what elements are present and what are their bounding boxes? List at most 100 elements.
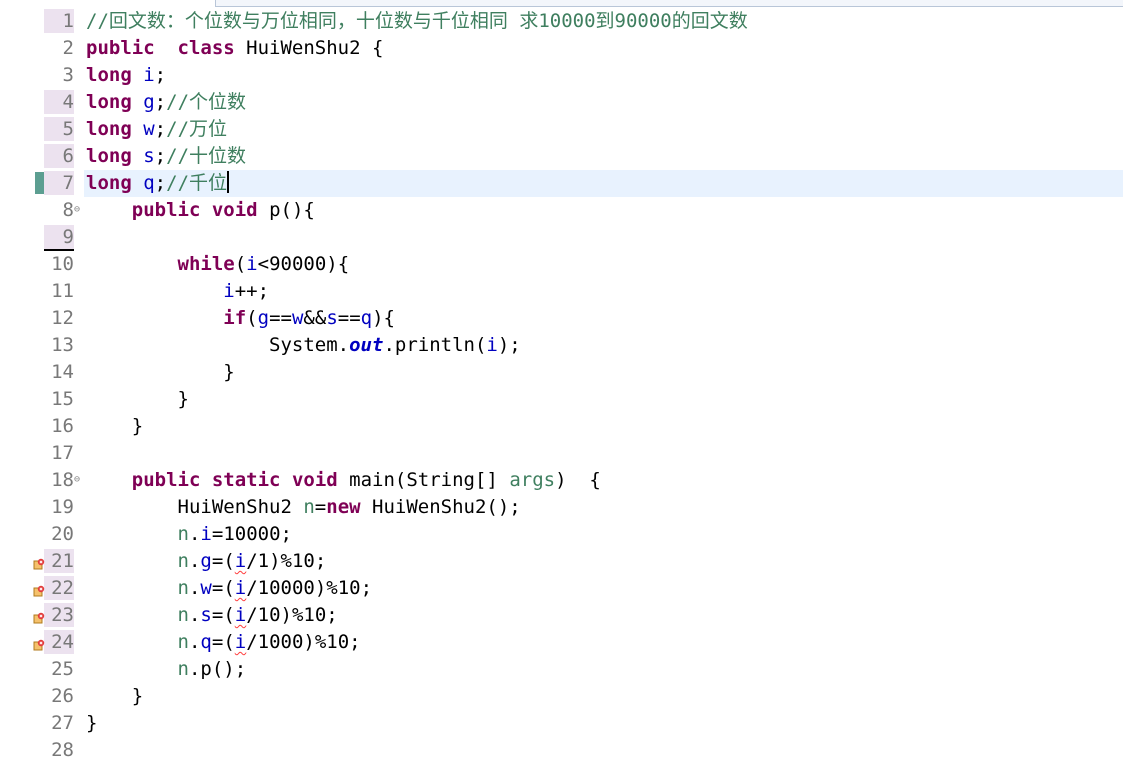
code-token: ); xyxy=(497,334,521,356)
code-token: void xyxy=(291,469,338,491)
text-cursor xyxy=(227,171,230,193)
code-token: && xyxy=(303,307,327,329)
code-line[interactable]: public static void main(String[] args) { xyxy=(86,467,601,494)
code-token: i xyxy=(234,631,247,653)
line-number: 2 xyxy=(62,37,74,59)
code-token: ++; xyxy=(234,280,270,302)
code-token: p(){ xyxy=(257,199,315,221)
error-marker-icon[interactable] xyxy=(33,582,45,597)
error-marker-icon[interactable] xyxy=(33,555,45,570)
line-number: 25 xyxy=(51,658,74,680)
code-token: long xyxy=(86,172,132,194)
code-line[interactable]: //回文数：个位数与万位相同，十位数与千位相同 求10000到90000的回文数 xyxy=(86,8,748,35)
code-line[interactable]: } xyxy=(86,683,143,710)
code-line[interactable]: n.p(); xyxy=(86,656,247,683)
code-line[interactable]: System.out.println(i); xyxy=(86,332,521,359)
line-number: 11 xyxy=(51,280,74,302)
code-token: ; xyxy=(154,172,167,194)
current-line-highlight xyxy=(84,170,1123,197)
error-marker-icon[interactable] xyxy=(33,609,45,624)
code-token: n xyxy=(177,523,189,545)
code-token: ; xyxy=(154,64,167,86)
code-token: if xyxy=(223,307,247,329)
code-token: g xyxy=(257,307,270,329)
code-token: new xyxy=(326,496,361,518)
code-token: void xyxy=(211,199,258,221)
code-token: g xyxy=(143,91,155,113)
code-token: i xyxy=(200,523,212,545)
code-token: long xyxy=(86,64,132,86)
fold-toggle-icon[interactable]: ⊖ xyxy=(74,474,80,486)
code-token: n xyxy=(177,631,189,653)
code-token: . xyxy=(188,523,201,545)
code-token: out xyxy=(349,334,384,356)
code-token: w xyxy=(291,307,304,329)
code-line[interactable]: while(i<90000){ xyxy=(86,251,350,278)
code-line[interactable]: n.i=10000; xyxy=(86,521,292,548)
code-token: n xyxy=(177,550,189,572)
code-token: i xyxy=(143,64,155,86)
code-line[interactable]: long w;//万位 xyxy=(86,116,227,143)
line-number: 12 xyxy=(51,307,74,329)
code-token: . xyxy=(188,631,201,653)
code-token: ; xyxy=(154,118,167,140)
line-number: 24 xyxy=(44,630,74,654)
code-token: =( xyxy=(211,550,235,572)
code-line[interactable]: n.q=(i/1000)%10; xyxy=(86,629,361,656)
code-line[interactable]: long i; xyxy=(86,62,166,89)
code-token: class xyxy=(177,37,235,59)
code-token: n xyxy=(177,604,189,626)
error-marker-icon[interactable] xyxy=(33,636,45,651)
code-token: . xyxy=(188,577,201,599)
code-token: = xyxy=(314,496,327,518)
code-token: i xyxy=(234,577,247,599)
code-token: i xyxy=(223,280,235,302)
code-token: /1)%10; xyxy=(246,550,327,572)
code-line[interactable]: n.s=(i/10)%10; xyxy=(86,602,338,629)
editor-tab[interactable] xyxy=(215,0,1123,7)
fold-toggle-icon[interactable]: ⊖ xyxy=(74,204,80,216)
code-line[interactable]: } xyxy=(86,413,143,440)
code-token: //十位数 xyxy=(166,145,247,167)
code-line[interactable]: long q;//千位 xyxy=(86,170,230,197)
code-line[interactable]: n.g=(i/1)%10; xyxy=(86,548,327,575)
code-token: q xyxy=(143,172,155,194)
code-token: } xyxy=(86,685,144,707)
code-token: s xyxy=(326,307,338,329)
code-line[interactable]: HuiWenShu2 n=new HuiWenShu2(); xyxy=(86,494,521,521)
line-number: 14 xyxy=(51,361,74,383)
code-line[interactable]: } xyxy=(86,710,97,737)
code-line[interactable]: long g;//个位数 xyxy=(86,89,246,116)
code-token: i xyxy=(246,253,258,275)
code-token: . xyxy=(188,550,201,572)
code-line[interactable]: public class HuiWenShu2 { xyxy=(86,35,383,62)
line-number: 5 xyxy=(44,117,74,141)
code-line[interactable]: if(g==w&&s==q){ xyxy=(86,305,395,332)
code-token: public xyxy=(86,37,155,59)
code-line[interactable]: i++; xyxy=(86,278,269,305)
line-number: 21 xyxy=(44,549,74,573)
code-token: q xyxy=(200,631,212,653)
code-line[interactable]: } xyxy=(86,359,234,386)
code-line[interactable]: public void p(){ xyxy=(86,197,315,224)
overview-ruler xyxy=(0,8,32,765)
code-token: main(String[] xyxy=(337,469,510,491)
code-line[interactable]: long s;//十位数 xyxy=(86,143,246,170)
code-token: g xyxy=(200,550,212,572)
code-line[interactable]: n.w=(i/10000)%10; xyxy=(86,575,373,602)
code-line[interactable]: } xyxy=(86,386,189,413)
code-token: ){ xyxy=(372,307,395,329)
line-number: 3 xyxy=(62,64,74,86)
line-number: 15 xyxy=(51,388,74,410)
code-token: HuiWenShu2 { xyxy=(234,37,384,59)
code-token: while xyxy=(177,253,235,275)
code-token: =10000; xyxy=(211,523,292,545)
code-token: //回文数：个位数与万位相同，十位数与千位相同 求10000到90000的回文数 xyxy=(86,10,748,32)
